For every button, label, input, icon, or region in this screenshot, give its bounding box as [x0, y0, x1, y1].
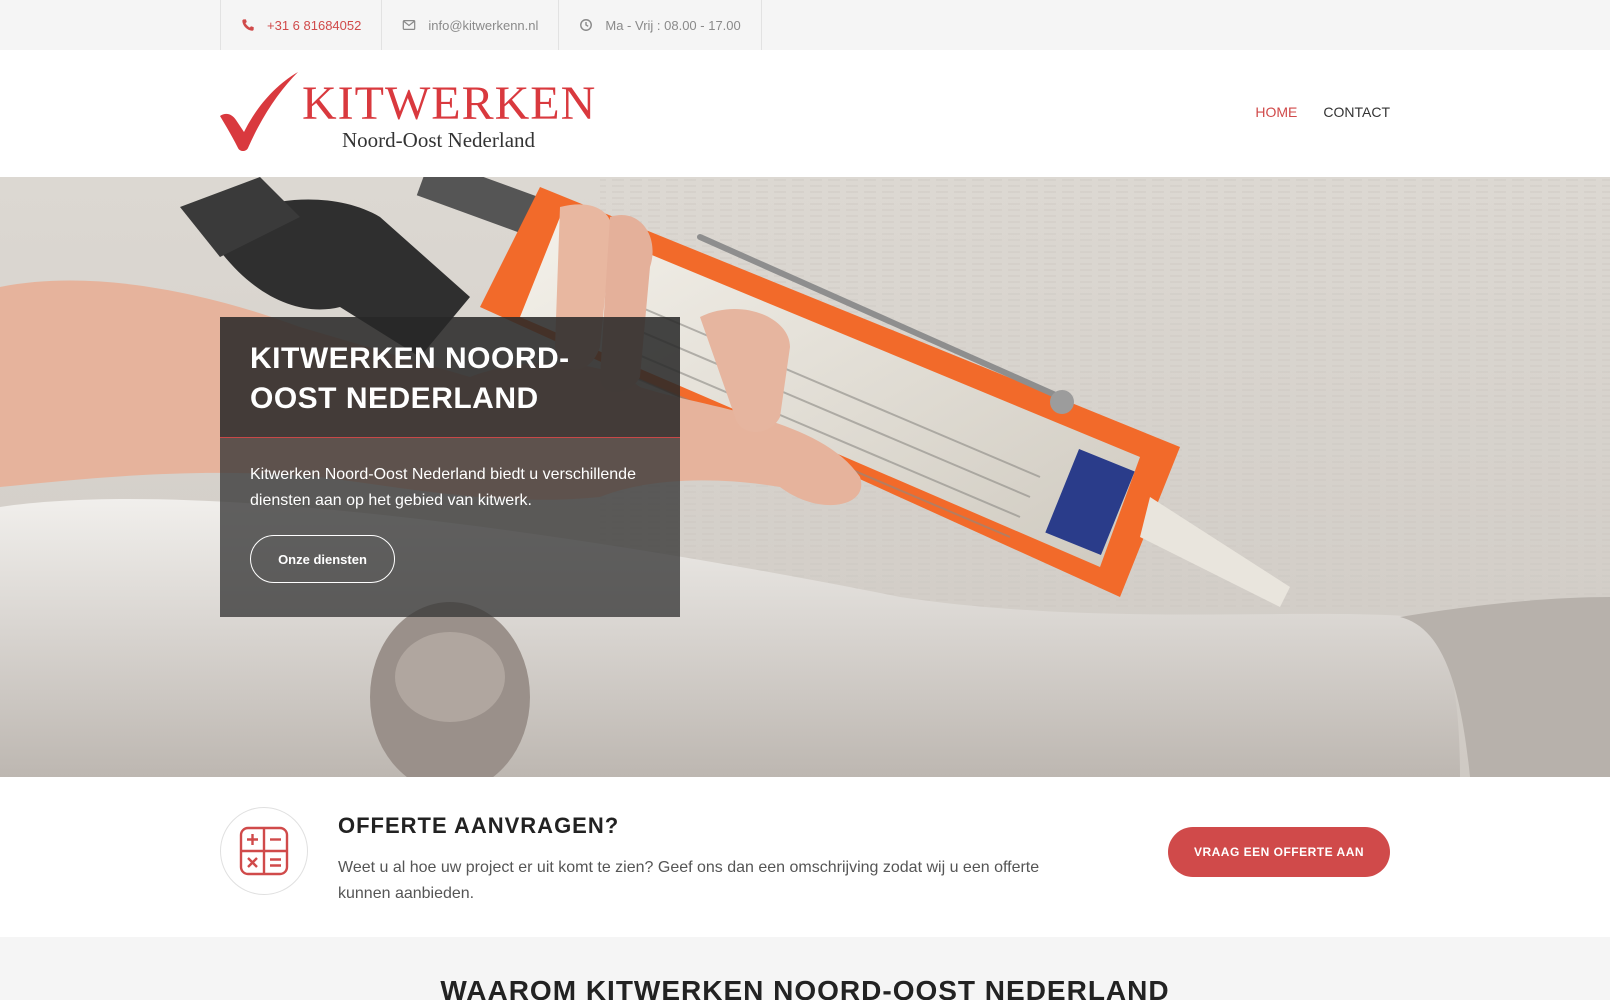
envelope-icon [402, 18, 416, 32]
email-address: info@kitwerkenn.nl [428, 17, 539, 33]
hero-text-box: Kitwerken Noord-Oost Nederland biedt u v… [220, 438, 680, 617]
hours-text: Ma - Vrij : 08.00 - 17.00 [605, 17, 741, 33]
onze-diensten-button[interactable]: Onze diensten [250, 535, 395, 583]
offerte-title: OFFERTE AANVRAGEN? [338, 813, 620, 838]
nav-item-home[interactable]: HOME [1255, 104, 1297, 120]
hero-card: KITWERKEN NOORD-OOST NEDERLAND Kitwerken… [220, 317, 680, 617]
hero-title: KITWERKEN NOORD-OOST NEDERLAND [250, 342, 570, 415]
clock-icon [579, 18, 593, 32]
hero-banner: KITWERKEN NOORD-OOST NEDERLAND Kitwerken… [0, 177, 1610, 777]
calculator-badge [220, 807, 308, 895]
calculator-icon [239, 826, 289, 876]
logo-subtitle: Noord-Oost Nederland [342, 128, 536, 152]
hero-description: Kitwerken Noord-Oost Nederland biedt u v… [250, 466, 636, 509]
checkmark-icon [220, 72, 298, 151]
email-contact[interactable]: info@kitwerkenn.nl [381, 0, 558, 50]
request-quote-button[interactable]: VRAAG EEN OFFERTE AAN [1168, 827, 1390, 877]
nav-item-contact[interactable]: CONTACT [1323, 104, 1390, 120]
phone-contact[interactable]: +31 6 81684052 [220, 0, 381, 50]
phone-icon [241, 18, 255, 32]
hero-title-box: KITWERKEN NOORD-OOST NEDERLAND [220, 317, 680, 437]
offerte-section: OFFERTE AANVRAGEN? Weet u al hoe uw proj… [0, 777, 1610, 937]
top-bar: +31 6 81684052 info@kitwerkenn.nl Ma - V… [0, 0, 1610, 50]
logo-title: KITWERKEN [302, 77, 597, 130]
phone-number: +31 6 81684052 [267, 17, 362, 33]
waarom-title: WAAROM KITWERKEN NOORD-OOST NEDERLAND [440, 975, 1170, 1000]
main-nav: HOME CONTACT [1255, 104, 1390, 120]
offerte-description: Weet u al hoe uw project er uit komt te … [338, 859, 1040, 902]
site-logo[interactable]: KITWERKEN Noord-Oost Nederland [218, 72, 598, 156]
site-header: KITWERKEN Noord-Oost Nederland HOME CONT… [0, 50, 1610, 177]
opening-hours: Ma - Vrij : 08.00 - 17.00 [558, 0, 762, 50]
waarom-section: WAAROM KITWERKEN NOORD-OOST NEDERLAND [0, 937, 1610, 1000]
contact-info-bar: +31 6 81684052 info@kitwerkenn.nl Ma - V… [220, 0, 762, 50]
